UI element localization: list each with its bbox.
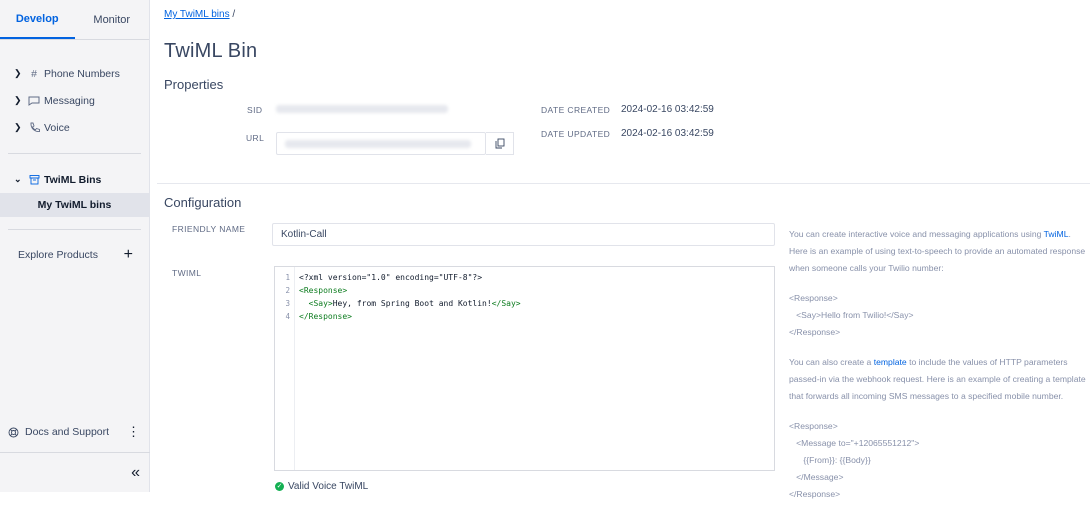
code-line: <Say>Hey, from Spring Boot and Kotlin!</… xyxy=(299,297,521,310)
editor-code: <?xml version="1.0" encoding="UTF-8"?> <… xyxy=(299,271,521,323)
editor-gutter: 1 2 3 4 xyxy=(275,267,295,470)
help-code-line: <Say>Hello from Twilio!</Say> xyxy=(789,310,914,320)
properties-title: Properties xyxy=(164,77,224,92)
line-number: 4 xyxy=(285,312,290,321)
more-menu-icon[interactable]: ⋮ xyxy=(127,424,140,440)
configuration-title: Configuration xyxy=(164,195,242,210)
copy-icon xyxy=(495,138,504,149)
line-number: 3 xyxy=(285,299,290,308)
help-code-line: <Message to="+12065551212"> xyxy=(789,438,920,448)
sidebar-item-label: Messaging xyxy=(44,94,95,107)
line-number: 1 xyxy=(285,273,290,282)
docs-and-support-button[interactable]: Docs and Support ⋮ xyxy=(0,420,150,444)
docs-label: Docs and Support xyxy=(25,426,110,438)
divider xyxy=(157,183,1090,184)
tab-develop[interactable]: Develop xyxy=(0,0,75,39)
code-line: <?xml version="1.0" encoding="UTF-8"?> xyxy=(299,273,483,282)
breadcrumb: My TwiML bins / xyxy=(164,9,235,20)
date-created-value: 2024-02-16 03:42:59 xyxy=(621,104,714,115)
help-code-line: {{From}}: {{Body}} xyxy=(789,455,871,465)
date-updated-label: DATE UPDATED xyxy=(541,129,611,139)
code-tag: </Response> xyxy=(299,312,352,321)
sidebar-item-phone-numbers[interactable]: ❯ # Phone Numbers xyxy=(0,60,149,87)
sidebar-tabs: Develop Monitor xyxy=(0,0,149,40)
help-code-example: <Response> <Say>Hello from Twilio!</Say>… xyxy=(789,290,1089,341)
check-circle-icon: ✓ xyxy=(275,482,284,491)
sidebar-item-voice[interactable]: ❯ Voice xyxy=(0,114,149,141)
help-text: You can create interactive voice and mes… xyxy=(789,229,1044,239)
sidebar-item-label: TwiML Bins xyxy=(44,173,102,186)
code-tag: <Say> xyxy=(308,299,333,308)
friendly-name-label: FRIENDLY NAME xyxy=(172,224,246,234)
code-text: Hey, from Spring Boot and Kotlin! xyxy=(332,299,492,308)
phone-icon xyxy=(26,122,42,133)
chevron-down-icon: ⌄ xyxy=(14,174,22,184)
sidebar-nav: ❯ # Phone Numbers ❯ Messaging ❯ Voice xyxy=(0,60,149,141)
twiml-code-editor[interactable]: 1 2 3 4 <?xml version="1.0" encoding="UT… xyxy=(274,266,775,471)
chevron-right-icon: ❯ xyxy=(14,95,22,105)
breadcrumb-separator: / xyxy=(232,9,236,20)
line-number: 2 xyxy=(285,286,290,295)
page-title: TwiML Bin xyxy=(164,40,258,62)
help-panel: You can create interactive voice and mes… xyxy=(789,226,1089,506)
help-code-line: </Response> xyxy=(789,327,841,337)
url-label: URL xyxy=(246,133,265,143)
help-code-line: </Message> xyxy=(789,472,844,482)
code-line: </Response> xyxy=(299,310,521,323)
friendly-name-input[interactable]: Kotlin-Call xyxy=(272,223,775,246)
help-code-line: <Response> xyxy=(789,293,838,303)
validation-text: Valid Voice TwiML xyxy=(288,481,369,492)
bin-icon xyxy=(26,174,42,185)
help-paragraph: You can create interactive voice and mes… xyxy=(789,226,1089,277)
help-code-line: <Response> xyxy=(789,421,838,431)
date-created-label: DATE CREATED xyxy=(541,105,611,115)
chevron-right-icon: ❯ xyxy=(14,122,22,132)
template-link[interactable]: template xyxy=(874,357,907,367)
lifebuoy-icon xyxy=(8,427,19,437)
help-text: You can also create a xyxy=(789,357,874,367)
sidebar-item-label: Voice xyxy=(44,121,70,134)
plus-icon: + xyxy=(123,246,133,263)
sid-label: SID xyxy=(247,105,263,115)
twiml-link[interactable]: TwiML xyxy=(1044,229,1069,239)
tab-monitor[interactable]: Monitor xyxy=(75,0,150,39)
code-tag: <Response> xyxy=(299,286,348,295)
validation-status: ✓ Valid Voice TwiML xyxy=(275,481,368,492)
sidebar: Develop Monitor ❯ # Phone Numbers ❯ Mess… xyxy=(0,0,150,492)
help-code-example: <Response> <Message to="+12065551212"> {… xyxy=(789,418,1089,503)
help-code-line: </Response> xyxy=(789,489,841,499)
url-value-redacted xyxy=(285,140,471,148)
sidebar-item-messaging[interactable]: ❯ Messaging xyxy=(0,87,149,114)
sid-value-redacted xyxy=(276,105,448,113)
code-tag: </Say> xyxy=(491,299,521,308)
date-updated-value: 2024-02-16 03:42:59 xyxy=(621,128,714,139)
chat-icon xyxy=(26,96,42,106)
hash-icon: # xyxy=(31,67,37,80)
divider xyxy=(8,229,141,230)
url-field[interactable] xyxy=(276,132,486,155)
twiml-label: TWIML xyxy=(172,268,202,278)
divider xyxy=(8,153,141,154)
collapse-sidebar-button[interactable]: « xyxy=(0,452,150,492)
sidebar-item-label: Phone Numbers xyxy=(44,67,120,80)
sidebar-item-my-twiml-bins[interactable]: My TwiML bins xyxy=(0,193,149,217)
friendly-name-value: Kotlin-Call xyxy=(281,229,327,240)
double-chevron-left-icon: « xyxy=(131,463,140,481)
explore-products-button[interactable]: Explore Products + xyxy=(0,242,149,268)
sidebar-item-twiml-bins[interactable]: ⌄ TwiML Bins xyxy=(0,166,149,193)
code-line: <Response> xyxy=(299,284,521,297)
help-paragraph: You can also create a template to includ… xyxy=(789,354,1089,405)
breadcrumb-link-my-twiml-bins[interactable]: My TwiML bins xyxy=(164,9,230,20)
chevron-right-icon: ❯ xyxy=(14,68,22,78)
copy-url-button[interactable] xyxy=(486,132,514,155)
explore-products-label: Explore Products xyxy=(18,249,98,261)
